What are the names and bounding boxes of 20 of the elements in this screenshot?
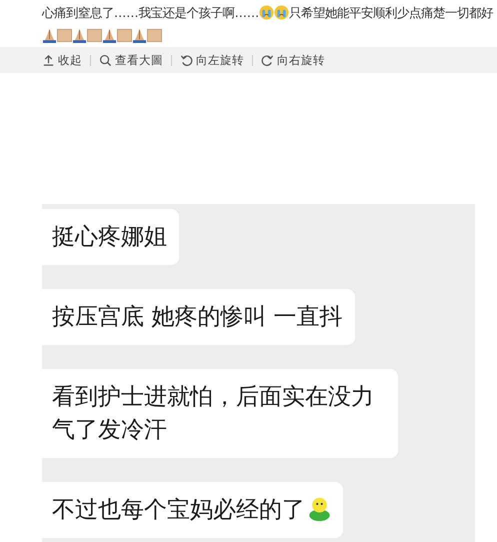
missing-glyph-icon	[147, 28, 162, 43]
missing-glyph-icon	[87, 28, 102, 43]
chat-bubble: 按压宫底 她疼的惨叫 一直抖	[42, 289, 355, 345]
smiling-person-emoji-icon	[308, 496, 331, 521]
chat-bubble: 挺心疼娜姐	[42, 209, 179, 265]
upload-arrow-icon	[42, 54, 55, 66]
chat-bubble: 看到护士进就怕，后面实在没力气了发冷汗	[42, 369, 398, 458]
missing-glyph-icon	[57, 28, 72, 43]
rotate-left-icon	[180, 54, 193, 66]
rotate-right-button[interactable]: 向右旋转	[253, 52, 333, 68]
post-text: 心痛到窒息了……我宝还是个孩子啊…… 只希望她能平安顺利少点痛楚一切都好	[0, 0, 497, 47]
rotate-left-button[interactable]: 向左旋转	[172, 52, 252, 68]
collapse-button[interactable]: 收起	[42, 52, 90, 68]
search-icon	[99, 54, 112, 66]
zoom-button[interactable]: 查看大圖	[91, 52, 171, 68]
crying-emoji-icon	[259, 5, 274, 20]
crying-emoji-icon	[274, 5, 290, 20]
missing-glyph-icon	[117, 28, 132, 43]
rotate-right-icon	[261, 54, 274, 66]
chat-bubble: 不过也每个宝妈必经的了	[42, 482, 343, 538]
